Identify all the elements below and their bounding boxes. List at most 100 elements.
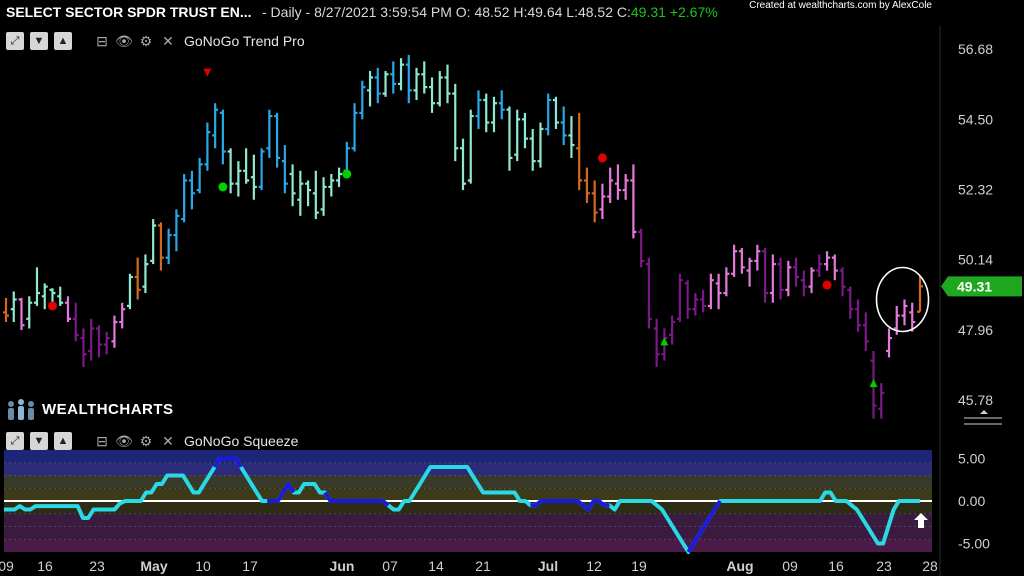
- ohlc-bar: [188, 170, 195, 210]
- trend-marker-up: [869, 379, 878, 388]
- ohlc-bar: [452, 83, 459, 162]
- x-tick-label: 09: [0, 558, 14, 574]
- ohlc-bar: [413, 67, 420, 101]
- ohlc-bar: [901, 299, 908, 326]
- ohlc-bar: [800, 270, 807, 297]
- ohlc-bar: [26, 296, 33, 329]
- ohlc-bar: [336, 167, 343, 187]
- ohlc-bar: [351, 103, 358, 152]
- ohlc-bar: [405, 54, 412, 104]
- ohlc-bar: [305, 180, 312, 207]
- ohlc-bar: [878, 383, 885, 419]
- ohlc-bar: [754, 244, 761, 271]
- ohlc-bar: [545, 93, 552, 136]
- ohlc-bar: [328, 174, 335, 197]
- y-tick-label: 54.50: [958, 111, 993, 127]
- ohlc-bar: [119, 302, 126, 329]
- ohlc-bar: [738, 248, 745, 274]
- ohlc-bar: [676, 273, 683, 323]
- ohlc-bar: [638, 228, 645, 268]
- y-tick-label: 52.32: [958, 181, 993, 197]
- ohlc-bar: [568, 116, 575, 158]
- ohlc-bar: [514, 109, 521, 162]
- ohlc-bar: [57, 286, 64, 306]
- ohlc-bar: [382, 71, 389, 97]
- ohlc-bar: [886, 328, 893, 358]
- ohlc-bar: [72, 302, 79, 342]
- ohlc-bar: [460, 138, 466, 191]
- y-tick-label: 50.14: [958, 252, 993, 268]
- ohlc-bar: [506, 106, 513, 171]
- ohlc-bar: [669, 315, 676, 345]
- ohlc-bar: [374, 67, 381, 104]
- ohlc-bar: [552, 96, 559, 129]
- ohlc-bar: [235, 161, 242, 197]
- ohlc-bar: [359, 80, 366, 120]
- squeeze-band: [4, 513, 932, 527]
- x-tick-label: 19: [631, 558, 647, 574]
- squeeze-band: [4, 539, 932, 552]
- ohlc-bar: [421, 61, 428, 94]
- ohlc-bar: [212, 103, 219, 149]
- x-tick-label: 10: [195, 558, 211, 574]
- ohlc-bar: [111, 315, 118, 348]
- ohlc-bar: [181, 174, 188, 223]
- ohlc-bar: [607, 167, 614, 203]
- ohlc-bar: [64, 296, 71, 323]
- x-tick-label: 12: [586, 558, 602, 574]
- chart-canvas[interactable]: 56.68 54.50 52.32 50.14 47.96 45.78 49.31 5.00 0…: [0, 0, 1024, 576]
- x-tick-label: Aug: [726, 558, 753, 574]
- ohlc-bar: [88, 318, 95, 361]
- ohlc-bar: [576, 112, 583, 191]
- ohlc-bar: [614, 164, 621, 200]
- ohlc-bar: [165, 228, 172, 265]
- ohlc-bar: [583, 167, 590, 203]
- ohlc-bar: [529, 128, 536, 171]
- ohlc-bar: [917, 275, 923, 313]
- ohlc-bar: [320, 177, 327, 216]
- ohlc-bar: [258, 148, 265, 191]
- trend-marker-dot: [47, 301, 57, 311]
- ohlc-bar: [839, 267, 846, 297]
- ohlc-bar: [731, 244, 738, 277]
- ohlc-bar: [645, 257, 652, 329]
- squeeze-y-tick: 5.00: [958, 451, 985, 467]
- ohlc-bar: [18, 297, 25, 331]
- ohlc-bar: [126, 273, 133, 310]
- x-tick-label: 17: [242, 558, 258, 574]
- ohlc-bar: [599, 183, 606, 220]
- ohlc-bar: [630, 164, 637, 239]
- trend-marker-dot: [342, 169, 352, 179]
- ohlc-bar: [204, 122, 211, 171]
- ohlc-bar: [483, 93, 490, 133]
- ohlc-bar: [769, 254, 776, 303]
- trend-marker-dot: [597, 153, 607, 163]
- ohlc-bar: [196, 157, 203, 194]
- x-tick-label: 14: [428, 558, 444, 574]
- ohlc-bar: [777, 257, 784, 300]
- ohlc-bar: [560, 106, 567, 146]
- ohlc-bar: [367, 71, 374, 107]
- ohlc-bar: [436, 71, 443, 107]
- x-tick-label: Jul: [538, 558, 558, 574]
- ohlc-bar: [274, 112, 281, 168]
- ohlc-bar: [692, 293, 699, 316]
- pane-divider-arrow: [980, 410, 988, 414]
- ohlc-bar: [490, 96, 497, 133]
- ohlc-bar: [622, 174, 629, 200]
- ohlc-bar: [312, 170, 319, 220]
- ohlc-bar: [10, 291, 17, 323]
- ohlc-bar: [157, 222, 164, 271]
- ohlc-bar: [150, 219, 157, 265]
- ohlc-bar: [103, 331, 110, 355]
- trend-marker-dot: [822, 280, 832, 290]
- ohlc-bar: [723, 267, 730, 297]
- last-price-label: 49.31: [957, 278, 992, 294]
- ohlc-bar: [429, 77, 436, 113]
- x-tick-label: 16: [37, 558, 53, 574]
- squeeze-band: [4, 475, 932, 489]
- ohlc-bar: [281, 145, 288, 194]
- squeeze-y-tick: 0.00: [958, 493, 985, 509]
- x-tick-label: 09: [782, 558, 798, 574]
- ohlc-bar: [831, 254, 838, 281]
